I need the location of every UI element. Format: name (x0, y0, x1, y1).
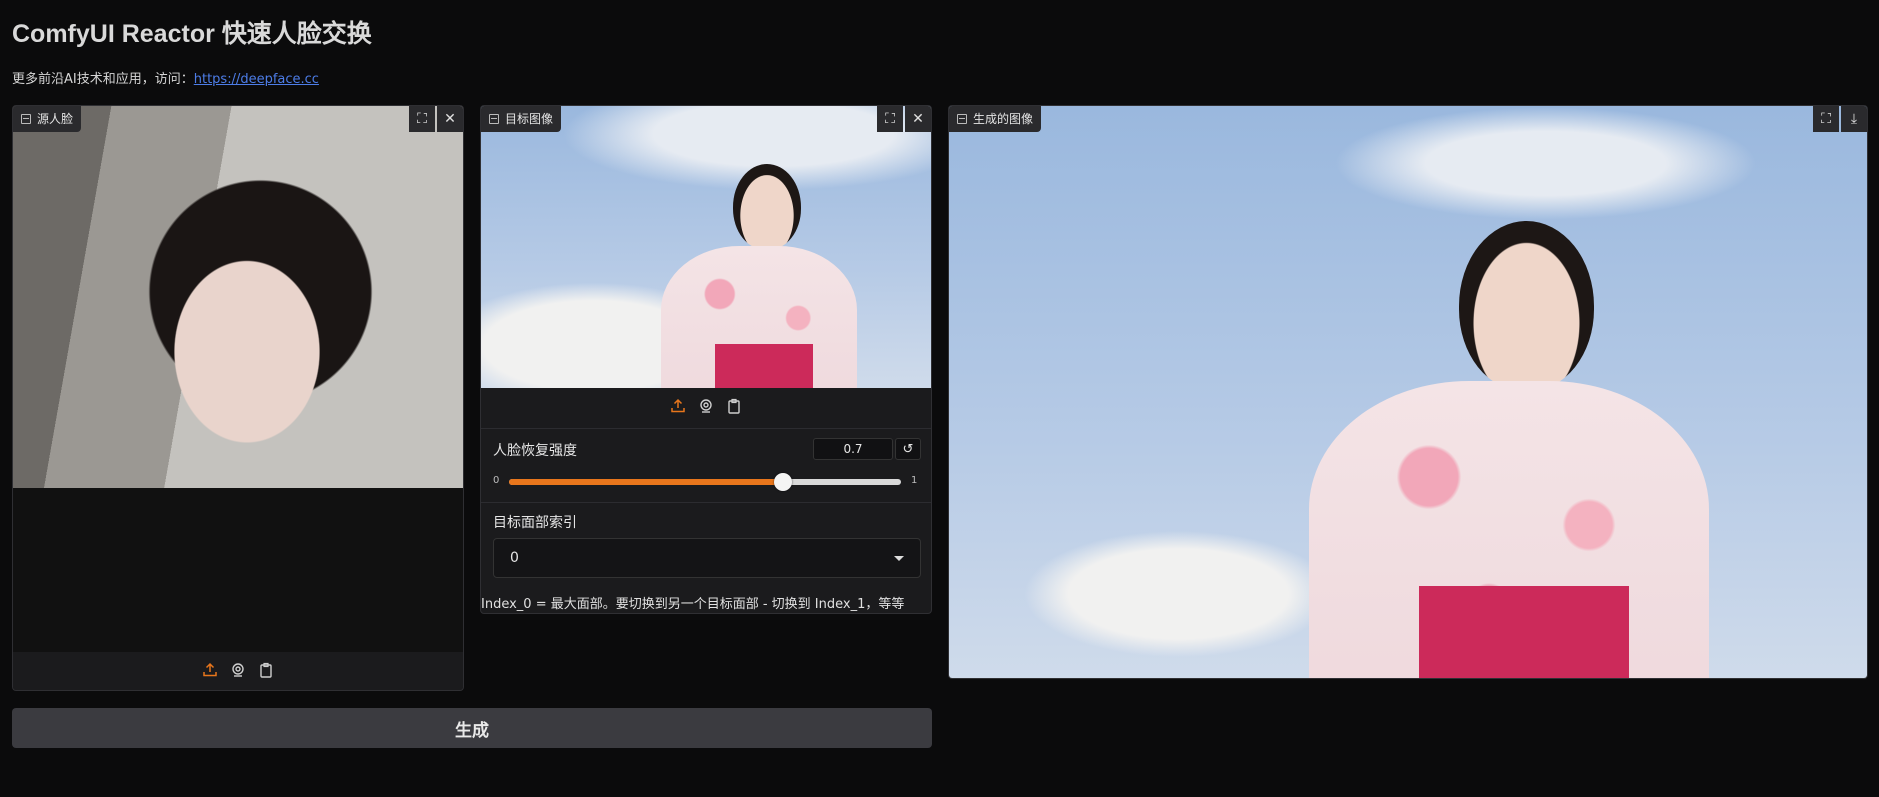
fullscreen-button[interactable]: ⛶ (877, 106, 903, 132)
webcam-button[interactable] (698, 398, 714, 418)
slider-fill (509, 479, 784, 485)
face-index-label: 目标面部索引 (493, 515, 577, 531)
fullscreen-button[interactable]: ⛶ (1813, 106, 1839, 132)
subtitle: 更多前沿AI技术和应用，访问：https://deepface.cc (12, 68, 319, 87)
fullscreen-icon: ⛶ (885, 111, 895, 127)
download-button[interactable]: ⤓ (1841, 106, 1867, 132)
reset-icon: ↺ (902, 441, 914, 457)
clear-image-button[interactable]: ✕ (437, 106, 463, 132)
face-index-dropdown[interactable]: 0 (493, 538, 921, 578)
image-icon (489, 113, 499, 124)
target-image[interactable] (481, 106, 931, 388)
webcam-icon (700, 399, 712, 413)
face-index-info: Index_0 = 最大面部。要切换到另一个目标面部 - 切换到 Index_1… (481, 597, 905, 612)
webcam-button[interactable] (230, 662, 246, 682)
source-face-panel[interactable]: 源人脸 ⛶ ✕ (12, 105, 464, 691)
target-image-label: 目标图像 (481, 106, 562, 132)
target-image-panel[interactable]: 目标图像 ⛶ ✕ 人脸恢复强度 0.7 ↺ 0 1 目标面部索引 0 Index… (480, 105, 932, 614)
clipboard-icon (728, 398, 740, 414)
output-image-label: 生成的图像 (949, 106, 1042, 132)
webcam-icon (232, 663, 244, 677)
clipboard-button[interactable] (258, 662, 274, 682)
upload-button[interactable] (202, 662, 218, 682)
chevron-down-icon (894, 555, 904, 561)
fullscreen-icon: ⛶ (1821, 111, 1831, 127)
target-person (481, 106, 931, 388)
clear-image-button[interactable]: ✕ (905, 106, 931, 132)
face-index-value: 0 (510, 550, 519, 566)
output-person (949, 106, 1867, 678)
upload-icon (671, 398, 685, 413)
download-icon: ⤓ (1850, 111, 1858, 127)
restore-strength-slider[interactable] (509, 479, 901, 485)
upload-button[interactable] (670, 398, 686, 418)
fullscreen-icon: ⛶ (417, 111, 427, 127)
slider-thumb[interactable] (774, 473, 793, 491)
fullscreen-button[interactable]: ⛶ (409, 106, 435, 132)
restore-strength-input[interactable]: 0.7 (813, 438, 893, 460)
restore-strength-label: 人脸恢复强度 (493, 443, 577, 459)
image-icon (957, 113, 967, 124)
clipboard-button[interactable] (726, 398, 742, 418)
page-title: ComfyUI Reactor 快速人脸交换 (12, 20, 372, 48)
slider-min-label: 0 (493, 475, 500, 486)
slider-max-label: 1 (911, 475, 918, 486)
upload-icon (203, 662, 217, 677)
close-icon: ✕ (444, 111, 456, 127)
output-image[interactable] (949, 106, 1867, 678)
image-icon (21, 113, 31, 124)
close-icon: ✕ (912, 111, 924, 127)
source-face-label: 源人脸 (13, 106, 82, 132)
reset-button[interactable]: ↺ (895, 438, 921, 460)
output-image-panel[interactable]: 生成的图像 ⛶ ⤓ (948, 105, 1868, 679)
source-face-image[interactable] (13, 106, 463, 652)
subtitle-text: 更多前沿AI技术和应用，访问： (12, 72, 194, 87)
clipboard-icon (260, 662, 272, 678)
generate-button[interactable]: 生成 (12, 708, 932, 748)
deepface-link[interactable]: https://deepface.cc (194, 72, 319, 87)
